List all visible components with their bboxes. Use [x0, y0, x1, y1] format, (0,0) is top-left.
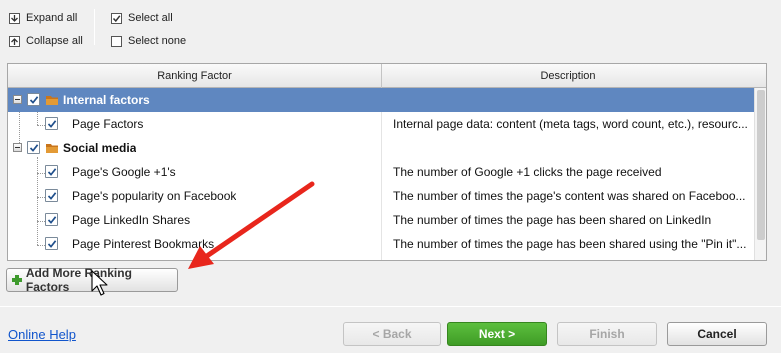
- checkbox-empty-icon: [111, 35, 122, 47]
- collapse-toggle-icon[interactable]: [13, 143, 22, 152]
- checkbox[interactable]: [45, 189, 58, 202]
- table-row-pinterest[interactable]: Page Pinterest Bookmarks The number of t…: [8, 232, 754, 256]
- checkbox[interactable]: [45, 165, 58, 178]
- checkbox-checked-icon: [111, 12, 122, 24]
- factor-description: The number of times the page has been sh…: [393, 213, 712, 227]
- expand-all-label: Expand all: [26, 12, 78, 24]
- collapse-toggle-icon[interactable]: [13, 95, 22, 104]
- factor-name: Page LinkedIn Shares: [72, 213, 191, 227]
- checkbox[interactable]: [45, 237, 58, 250]
- select-all-button[interactable]: Select all: [111, 10, 173, 26]
- table-row-google-plus[interactable]: Page's Google +1's The number of Google …: [8, 160, 754, 184]
- column-header-ranking-factor[interactable]: Ranking Factor: [8, 64, 381, 88]
- select-none-label: Select none: [128, 35, 187, 47]
- table-row-page-factors[interactable]: Page Factors Internal page data: content…: [8, 112, 754, 136]
- select-none-button[interactable]: Select none: [111, 33, 186, 49]
- column-header-description[interactable]: Description: [382, 64, 754, 88]
- checkbox[interactable]: [27, 93, 40, 106]
- ranking-factors-grid: Ranking Factor Description Internal fact…: [7, 63, 767, 261]
- vertical-scrollbar[interactable]: [754, 88, 766, 260]
- finish-button[interactable]: Finish: [557, 322, 657, 346]
- factor-name: Social media: [63, 141, 137, 155]
- mouse-cursor-icon: [91, 270, 108, 296]
- factor-description: [388, 88, 754, 112]
- collapse-all-icon: [9, 35, 20, 47]
- collapse-all-button[interactable]: Collapse all: [9, 33, 83, 49]
- back-button[interactable]: < Back: [343, 322, 441, 346]
- factor-description: The number of times the page's content w…: [393, 189, 746, 203]
- factor-name: Internal factors: [63, 93, 150, 107]
- factor-name: Page Factors: [72, 117, 144, 131]
- online-help-link[interactable]: Online Help: [8, 327, 76, 342]
- table-row-facebook[interactable]: Page's popularity on Facebook The number…: [8, 184, 754, 208]
- cancel-button[interactable]: Cancel: [667, 322, 767, 346]
- red-arrow-annotation: [188, 181, 315, 269]
- toolbar-divider: [94, 9, 95, 45]
- folder-icon: [46, 144, 58, 153]
- checkbox[interactable]: [27, 141, 40, 154]
- plus-icon: [12, 275, 22, 285]
- expand-all-icon: [9, 12, 20, 24]
- table-row-internal-factors[interactable]: Internal factors: [8, 88, 754, 112]
- grid-header: Ranking Factor Description: [8, 64, 766, 88]
- table-row-social-media[interactable]: Social media: [8, 136, 754, 160]
- expand-all-button[interactable]: Expand all: [9, 10, 77, 26]
- select-all-label: Select all: [128, 12, 173, 24]
- factor-description: The number of times the page has been sh…: [393, 237, 747, 251]
- footer-divider: [0, 306, 781, 307]
- collapse-all-label: Collapse all: [26, 35, 83, 47]
- factor-description: Internal page data: content (meta tags, …: [393, 117, 748, 131]
- factor-description: The number of Google +1 clicks the page …: [393, 165, 662, 179]
- checkbox[interactable]: [45, 117, 58, 130]
- checkbox[interactable]: [45, 213, 58, 226]
- factor-name: Page's Google +1's: [72, 165, 176, 179]
- scrollbar-thumb[interactable]: [757, 90, 765, 240]
- table-row-linkedin[interactable]: Page LinkedIn Shares The number of times…: [8, 208, 754, 232]
- next-button[interactable]: Next >: [447, 322, 547, 346]
- folder-icon: [46, 96, 58, 105]
